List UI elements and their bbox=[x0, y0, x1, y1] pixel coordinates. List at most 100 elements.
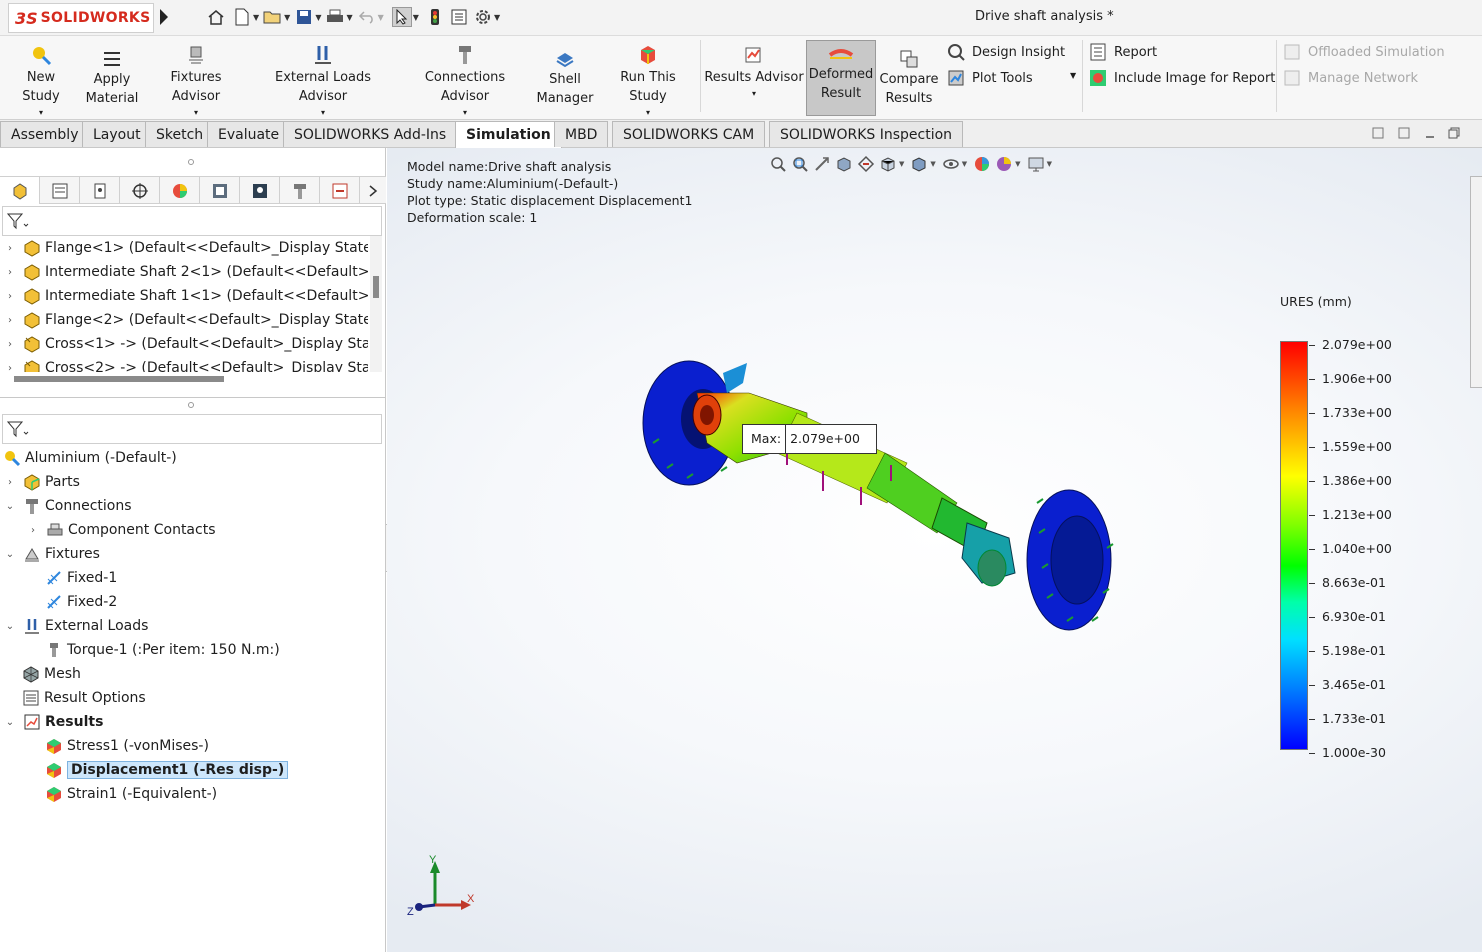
fixtures-advisor-button[interactable]: Fixtures Advisor ▾ bbox=[146, 42, 246, 118]
view-settings-monitor-icon[interactable] bbox=[1025, 154, 1047, 174]
scrollbar-thumb[interactable] bbox=[14, 376, 224, 382]
tab-solidworks-inspection[interactable]: SOLIDWORKS Inspection bbox=[769, 121, 964, 147]
tab-solidworks-add-ins[interactable]: SOLIDWORKS Add-Ins bbox=[283, 121, 458, 147]
expand-arrow-icon[interactable]: › bbox=[4, 363, 16, 373]
tree-item-torque-1[interactable]: Torque-1 (:Per item: 150 N.m:) bbox=[44, 638, 280, 662]
configuration-manager-tab[interactable] bbox=[80, 177, 120, 204]
view-orientation-dropdown-icon[interactable]: ▼ bbox=[899, 160, 904, 168]
tree-item-results[interactable]: ⌄ Results bbox=[4, 710, 104, 734]
minimize-icon[interactable] bbox=[1424, 127, 1436, 139]
print-dropdown-icon[interactable]: ▼ bbox=[346, 13, 352, 22]
expand-arrow-icon[interactable]: › bbox=[4, 477, 16, 488]
view-orientation-icon[interactable] bbox=[877, 154, 899, 174]
drive-shaft-model[interactable] bbox=[637, 353, 1127, 643]
deformed-result-button[interactable]: Deformed Result bbox=[806, 40, 876, 116]
maximize-icon[interactable] bbox=[1448, 127, 1460, 139]
property-manager-tab[interactable] bbox=[40, 177, 80, 204]
display-style-icon[interactable] bbox=[908, 154, 930, 174]
collapse-arrow-icon[interactable]: ⌄ bbox=[4, 717, 16, 728]
options-gear-icon[interactable] bbox=[473, 7, 493, 27]
expand-arrow-icon[interactable]: › bbox=[4, 267, 16, 278]
scrollbar-thumb[interactable] bbox=[373, 276, 379, 298]
new-document-icon[interactable] bbox=[232, 7, 252, 27]
component-tree-vertical-scrollbar[interactable] bbox=[370, 236, 382, 372]
feature-manager-tab[interactable] bbox=[0, 177, 40, 204]
cam-feature-tree-tab[interactable] bbox=[200, 177, 240, 204]
undo-icon[interactable] bbox=[357, 7, 377, 27]
tab-evaluate[interactable]: Evaluate bbox=[207, 121, 291, 147]
collapse-arrow-icon[interactable]: ⌄ bbox=[4, 621, 16, 632]
filter-funnel-icon[interactable] bbox=[6, 420, 29, 442]
design-insight-button[interactable]: Design Insight bbox=[946, 42, 1065, 62]
cam-tool-tree-tab[interactable] bbox=[280, 177, 320, 204]
undo-dropdown-icon[interactable]: ▼ bbox=[378, 13, 384, 22]
plot-tools-button[interactable]: Plot Tools bbox=[946, 68, 1033, 88]
tree-item-result-options[interactable]: Result Options bbox=[21, 686, 146, 710]
plot-tools-dropdown-icon[interactable]: ▼ bbox=[1070, 71, 1076, 80]
restore-panel-icon[interactable] bbox=[1372, 127, 1384, 139]
new-dropdown-icon[interactable]: ▼ bbox=[253, 13, 259, 22]
display-style-dropdown-icon[interactable]: ▼ bbox=[930, 160, 935, 168]
run-study-dropdown-icon[interactable]: ▾ bbox=[600, 108, 696, 118]
external-loads-advisor-button[interactable]: External Loads Advisor ▾ bbox=[250, 42, 396, 118]
tree-item-connections[interactable]: ⌄ Connections bbox=[4, 494, 132, 518]
tree-item-fixed-2[interactable]: Fixed-2 bbox=[44, 590, 117, 614]
zoom-to-area-icon[interactable] bbox=[789, 154, 811, 174]
solidworks-logo[interactable]: 3S SOLIDWORKS bbox=[8, 3, 154, 33]
panel-grip-handle[interactable] bbox=[188, 402, 194, 408]
apply-scene-icon[interactable] bbox=[993, 154, 1015, 174]
previous-view-icon[interactable] bbox=[811, 154, 833, 174]
tree-item-flange-1[interactable]: › Flange<1> (Default<<Default>_Display S… bbox=[4, 236, 368, 260]
tree-item-fixtures[interactable]: ⌄ Fixtures bbox=[4, 542, 100, 566]
tab-simulation[interactable]: Simulation bbox=[455, 121, 562, 148]
open-dropdown-icon[interactable]: ▼ bbox=[284, 13, 290, 22]
options-dropdown-icon[interactable]: ▼ bbox=[494, 13, 500, 22]
tab-solidworks-cam[interactable]: SOLIDWORKS CAM bbox=[612, 121, 766, 147]
new-study-dropdown-icon[interactable]: ▾ bbox=[6, 108, 76, 118]
connections-dropdown-icon[interactable]: ▾ bbox=[400, 108, 530, 118]
tab-mbd[interactable]: MBD bbox=[554, 121, 609, 147]
save-dropdown-icon[interactable]: ▼ bbox=[315, 13, 321, 22]
apply-scene-dropdown-icon[interactable]: ▼ bbox=[1015, 160, 1020, 168]
graphics-viewport[interactable]: Model name:Drive shaft analysis Study na… bbox=[387, 148, 1482, 952]
save-icon[interactable] bbox=[294, 7, 314, 27]
component-tree-horizontal-scrollbar[interactable] bbox=[0, 374, 368, 384]
tree-item-intermediate-shaft-1[interactable]: › Intermediate Shaft 1<1> (Default<<Defa… bbox=[4, 284, 368, 308]
tree-item-flange-2[interactable]: › Flange<2> (Default<<Default>_Display S… bbox=[4, 308, 368, 332]
external-loads-dropdown-icon[interactable]: ▾ bbox=[250, 108, 396, 118]
manage-network-button[interactable]: Manage Network bbox=[1282, 68, 1418, 88]
expand-arrow-icon[interactable]: › bbox=[4, 339, 16, 350]
report-button[interactable]: Report bbox=[1088, 42, 1157, 62]
panel-grip-handle[interactable] bbox=[188, 159, 194, 165]
tree-item-fixed-1[interactable]: Fixed-1 bbox=[44, 566, 117, 590]
inspection-tree-tab[interactable] bbox=[320, 177, 360, 204]
results-advisor-button[interactable]: Results Advisor ▾ bbox=[704, 42, 804, 99]
expand-arrow-icon[interactable]: › bbox=[4, 291, 16, 302]
max-value-callout[interactable]: Max: 2.079e+00 bbox=[742, 424, 877, 454]
offloaded-simulation-button[interactable]: Offloaded Simulation bbox=[1282, 42, 1445, 62]
tree-item-intermediate-shaft-2[interactable]: › Intermediate Shaft 2<1> (Default<<Defa… bbox=[4, 260, 368, 284]
tree-item-mesh[interactable]: Mesh bbox=[21, 662, 81, 686]
study-tree-filter[interactable] bbox=[2, 414, 382, 444]
compare-results-button[interactable]: Compare Results bbox=[878, 48, 940, 108]
tree-item-displacement1[interactable]: Displacement1 (-Res disp-) bbox=[44, 758, 289, 782]
tree-item-cross-1[interactable]: › Cross<1> -> (Default<<Default>_Display… bbox=[4, 332, 368, 356]
expand-arrow-icon[interactable]: › bbox=[4, 315, 16, 326]
hide-show-items-icon[interactable] bbox=[940, 154, 962, 174]
cam-operation-tree-tab[interactable] bbox=[240, 177, 280, 204]
rebuild-traffic-light-icon[interactable] bbox=[425, 7, 445, 27]
tree-item-stress1[interactable]: Stress1 (-vonMises-) bbox=[44, 734, 209, 758]
hide-show-dropdown-icon[interactable]: ▼ bbox=[962, 160, 967, 168]
home-icon[interactable] bbox=[206, 7, 226, 27]
tree-item-study[interactable]: Aluminium (-Default-) bbox=[2, 446, 177, 470]
tab-sketch[interactable]: Sketch bbox=[145, 121, 215, 147]
select-dropdown-icon[interactable]: ▼ bbox=[413, 13, 419, 22]
print-icon[interactable] bbox=[325, 7, 345, 27]
dimxpert-manager-tab[interactable] bbox=[120, 177, 160, 204]
tab-assembly[interactable]: Assembly bbox=[0, 121, 90, 147]
display-manager-tab[interactable] bbox=[160, 177, 200, 204]
shell-manager-button[interactable]: Shell Manager bbox=[532, 48, 598, 108]
tree-item-component-contacts[interactable]: › Component Contacts bbox=[27, 518, 216, 542]
feature-tree-filter[interactable] bbox=[2, 206, 382, 236]
expand-arrow-icon[interactable]: › bbox=[27, 525, 39, 536]
